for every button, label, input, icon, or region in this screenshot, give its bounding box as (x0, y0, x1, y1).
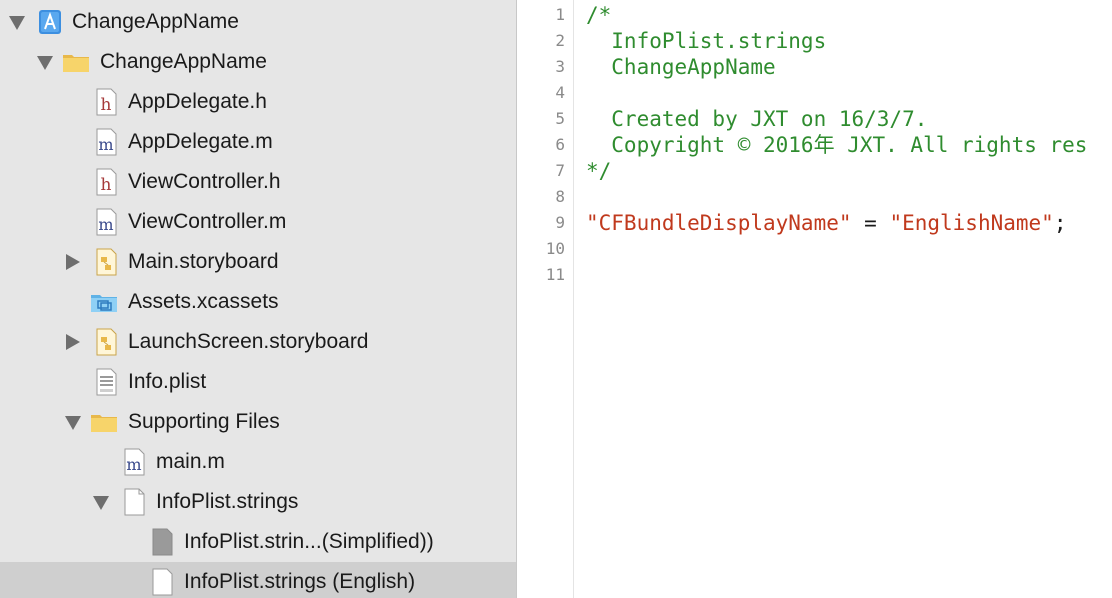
nav-item-assets[interactable]: Assets.xcassets (0, 282, 516, 322)
code-line-comment[interactable]: ChangeAppName (586, 54, 775, 80)
svg-text:m: m (98, 215, 113, 234)
code-line-comment[interactable]: */ (586, 158, 611, 184)
nav-item-label: Assets.xcassets (128, 290, 279, 313)
implementation-file-icon: m (92, 128, 120, 156)
nav-item-main-m[interactable]: m main.m (0, 442, 516, 482)
nav-item-label: ViewController.h (128, 170, 281, 193)
project-navigator: ChangeAppName ChangeAppName h AppDelegat… (0, 0, 517, 598)
nav-item-label: InfoPlist.strings (English) (184, 570, 416, 593)
code-line-comment[interactable]: Copyright © 2016年 JXT. All rights res (586, 132, 1087, 158)
disclosure-down-icon[interactable] (93, 496, 109, 510)
nav-item-label: Info.plist (128, 370, 207, 393)
storyboard-file-icon (92, 328, 120, 356)
nav-item-appdelegate-m[interactable]: m AppDelegate.m (0, 122, 516, 162)
disclosure-right-icon[interactable] (66, 334, 80, 350)
strings-file-icon (120, 488, 148, 516)
line-number: 10 (545, 239, 565, 258)
svg-text:m: m (98, 135, 113, 154)
nav-item-group-supporting-files[interactable]: Supporting Files (0, 402, 516, 442)
line-number: 2 (555, 31, 565, 50)
code-line-key-value[interactable]: "CFBundleDisplayName" = "EnglishName"; (586, 210, 1066, 236)
svg-text:h: h (101, 175, 112, 195)
nav-item-info-plist[interactable]: Info.plist (0, 362, 516, 402)
semicolon: ; (1053, 211, 1067, 235)
nav-item-label: ChangeAppName (100, 50, 267, 73)
line-number: 6 (555, 135, 565, 154)
line-number-gutter: 1 2 3 4 5 6 7 8 9 10 11 (517, 0, 574, 598)
line-number: 4 (555, 83, 565, 102)
nav-item-viewcontroller-h[interactable]: h ViewController.h (0, 162, 516, 202)
line-number: 5 (555, 109, 565, 128)
code-line-comment[interactable]: Created by JXT on 16/3/7. (586, 106, 927, 132)
line-number: 1 (555, 5, 565, 24)
header-file-icon: h (92, 168, 120, 196)
localized-file-icon (148, 528, 176, 556)
nav-item-label: Supporting Files (128, 410, 280, 433)
line-number: 11 (545, 265, 565, 284)
line-number: 7 (555, 161, 565, 180)
nav-item-project[interactable]: ChangeAppName (0, 2, 516, 42)
nav-item-infoplist-english[interactable]: InfoPlist.strings (English) (0, 562, 516, 598)
nav-item-launchscreen-storyboard[interactable]: LaunchScreen.storyboard (0, 322, 516, 362)
line-number: 3 (555, 57, 565, 76)
disclosure-right-icon[interactable] (66, 254, 80, 270)
nav-item-appdelegate-h[interactable]: h AppDelegate.h (0, 82, 516, 122)
nav-item-group-changeappname[interactable]: ChangeAppName (0, 42, 516, 82)
asset-catalog-icon (90, 288, 118, 316)
assign-operator: = (851, 211, 890, 235)
svg-text:h: h (101, 95, 112, 115)
storyboard-file-icon (92, 248, 120, 276)
disclosure-down-icon[interactable] (65, 416, 81, 430)
string-value: "EnglishName" (889, 211, 1054, 235)
disclosure-down-icon[interactable] (9, 16, 25, 30)
localized-file-icon (148, 568, 176, 596)
nav-item-label: AppDelegate.h (128, 90, 267, 113)
nav-item-label: ChangeAppName (72, 10, 239, 33)
implementation-file-icon: m (92, 208, 120, 236)
nav-item-infoplist-simplified[interactable]: InfoPlist.strin...(Simplified)) (0, 522, 516, 562)
nav-item-main-storyboard[interactable]: Main.storyboard (0, 242, 516, 282)
nav-item-label: Main.storyboard (128, 250, 279, 273)
folder-icon (62, 48, 90, 76)
string-key: "CFBundleDisplayName" (586, 211, 852, 235)
svg-text:m: m (126, 455, 141, 474)
source-editor[interactable]: 1 2 3 4 5 6 7 8 9 10 11 /* InfoPlist.str… (517, 0, 1112, 598)
disclosure-down-icon[interactable] (37, 56, 53, 70)
folder-icon (90, 408, 118, 436)
nav-item-infoplist-strings[interactable]: InfoPlist.strings (0, 482, 516, 522)
nav-item-label: ViewController.m (128, 210, 287, 233)
nav-item-viewcontroller-m[interactable]: m ViewController.m (0, 202, 516, 242)
code-line-comment[interactable]: InfoPlist.strings (586, 28, 826, 54)
implementation-file-icon: m (120, 448, 148, 476)
plist-file-icon (92, 368, 120, 396)
nav-item-label: LaunchScreen.storyboard (128, 330, 369, 353)
header-file-icon: h (92, 88, 120, 116)
code-line-comment[interactable]: /* (586, 2, 611, 28)
nav-item-label: AppDelegate.m (128, 130, 273, 153)
nav-item-label: InfoPlist.strin...(Simplified)) (184, 530, 434, 553)
nav-item-label: InfoPlist.strings (156, 490, 299, 513)
line-number: 8 (555, 187, 565, 206)
nav-item-label: main.m (156, 450, 225, 473)
xcode-project-icon (36, 8, 64, 36)
line-number: 9 (555, 213, 565, 232)
